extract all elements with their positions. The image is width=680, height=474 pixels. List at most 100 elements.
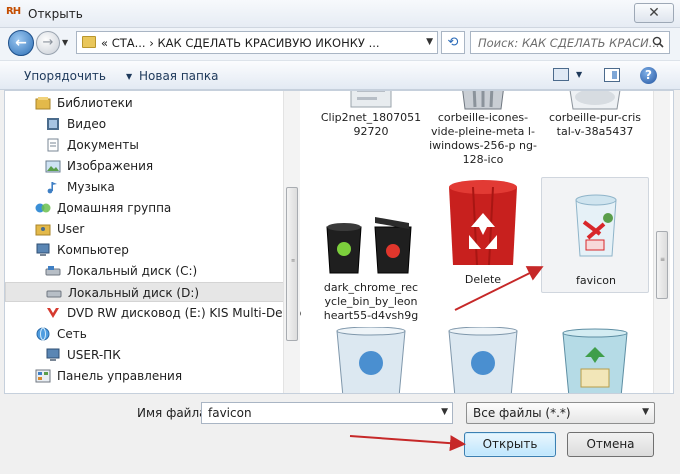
browser-area: Библиотеки Видео Документы Изображения М… (4, 90, 674, 394)
tree-item-drive-c[interactable]: Локальный диск (C:) (5, 261, 297, 281)
user-folder-icon (35, 224, 51, 236)
computer-icon (36, 243, 50, 256)
file-name: favicon (576, 274, 616, 287)
dvd-icon (47, 308, 59, 318)
tree-item-label: Панель управления (57, 369, 183, 383)
navigation-pane[interactable]: Библиотеки Видео Документы Изображения М… (5, 91, 301, 393)
tree-item-label: Локальный диск (C:) (67, 264, 198, 278)
address-path[interactable]: « СТА... › КАК СДЕЛАТЬ КРАСИВУЮ ИКОНКУ .… (101, 36, 380, 50)
file-tile-dark-chrome[interactable]: dark_chrome_rec ycle_bin_by_leon heart55… (317, 207, 425, 323)
pictures-icon (45, 160, 61, 173)
tree-item-label: Документы (67, 138, 139, 152)
control-panel-icon (35, 369, 51, 383)
tree-item-label: Видео (67, 117, 107, 131)
filetype-select[interactable]: Все файлы (*.*) ▼ (466, 402, 655, 424)
address-dropdown-icon[interactable]: ▼ (426, 37, 433, 47)
tree-item-documents[interactable]: Документы (5, 135, 297, 155)
recycle-bin-thumbnail-icon (448, 327, 518, 393)
search-input[interactable]: Поиск: КАК СДЕЛАТЬ КРАСИ... (470, 31, 670, 54)
tree-item-label: USER-ПК (67, 348, 121, 362)
file-thumbnail-icon (350, 91, 392, 108)
tree-item-dvd[interactable]: DVD RW дисковод (E:) KIS Multi-Device (5, 303, 301, 323)
file-view-scrollbar-thumb[interactable]: ≡ (656, 231, 668, 299)
music-icon (47, 182, 57, 194)
file-tile-favicon[interactable]: favicon (541, 177, 649, 293)
filetype-value: Все файлы (*.*) (473, 406, 571, 420)
red-recycle-bin-thumbnail-icon (449, 180, 517, 266)
tree-item-drive-d[interactable]: Локальный диск (D:) (5, 282, 297, 302)
tree-item-control-panel[interactable]: Панель управления (5, 366, 297, 386)
favicon-thumbnail-icon (575, 194, 617, 257)
tree-item-label: DVD RW дисковод (E:) KIS Multi-Device (67, 306, 301, 320)
file-tile-recycle-1[interactable] (317, 327, 425, 393)
change-view-icon[interactable] (553, 68, 569, 81)
drive-icon (46, 290, 62, 298)
open-button[interactable]: Открыть (464, 432, 556, 457)
file-view-scrollbar[interactable]: ≡ (653, 91, 670, 393)
recycle-bin-thumbnail-icon (326, 217, 412, 274)
tree-item-label: Локальный диск (D:) (68, 286, 200, 300)
file-tile-clip2net[interactable]: Clip2net_1807051 92720 (317, 91, 425, 161)
recycle-bin-thumbnail-icon (336, 327, 406, 393)
pc-icon (46, 348, 60, 361)
tree-scrollbar-thumb[interactable]: ≡ (286, 187, 298, 341)
refresh-button[interactable]: ⟲ (441, 31, 465, 54)
tree-item-label: Библиотеки (57, 96, 133, 110)
file-name: Clip2net_1807051 92720 (320, 111, 422, 138)
file-name: corbeille-pur-cris tal-v-38a5437 (548, 111, 642, 138)
file-tile-recycle-3[interactable] (541, 327, 649, 393)
file-view[interactable]: Clip2net_1807051 92720 corbeille-icones-… (305, 91, 653, 393)
tree-item-homegroup[interactable]: Домашняя группа (5, 198, 297, 218)
address-bar[interactable]: « СТА... › КАК СДЕЛАТЬ КРАСИВУЮ ИКОНКУ .… (76, 31, 438, 54)
file-name: Delete (464, 273, 502, 286)
search-icon[interactable] (652, 36, 664, 48)
filename-value[interactable]: favicon (208, 406, 252, 420)
tree-item-label: Изображения (67, 159, 154, 173)
tree-item-pictures[interactable]: Изображения (5, 156, 297, 176)
tree-item-libraries[interactable]: Библиотеки (5, 93, 297, 113)
grip-icon: ≡ (291, 258, 296, 264)
tree-item-user-pc[interactable]: USER-ПК (5, 345, 297, 365)
tree-item-user[interactable]: User (5, 219, 297, 239)
tree-item-label: Сеть (57, 327, 87, 341)
network-icon (36, 327, 50, 341)
cancel-button[interactable]: Отмена (567, 432, 654, 457)
view-options-chevron-icon[interactable]: ▼ (576, 70, 582, 79)
history-dropdown-icon[interactable]: ▼ (62, 38, 68, 47)
trash-thumbnail-icon (569, 91, 621, 110)
filename-input[interactable]: favicon ▼ (201, 402, 453, 424)
tree-item-computer[interactable]: Компьютер (5, 240, 297, 260)
tree-item-network[interactable]: Сеть (5, 324, 297, 344)
app-logo-icon: RH (6, 6, 21, 17)
annotation-arrow-open (349, 435, 466, 452)
chevron-down-icon[interactable]: ▼ (126, 72, 132, 81)
tree-item-music[interactable]: Музыка (5, 177, 297, 197)
filename-label: Имя файла: (137, 406, 211, 420)
tree-item-label: Домашняя группа (57, 201, 172, 215)
new-folder-button[interactable]: Новая папка (139, 69, 218, 83)
close-button[interactable]: ✕ (634, 3, 674, 23)
tree-item-label: User (57, 222, 85, 236)
homegroup-icon (35, 203, 51, 213)
tree-item-label: Компьютер (57, 243, 129, 257)
filetype-dropdown-icon[interactable]: ▼ (642, 407, 649, 417)
file-tile-delete[interactable]: Delete (429, 177, 537, 293)
help-icon[interactable]: ? (640, 67, 657, 84)
file-tile-corbeille-metal[interactable]: corbeille-icones-vide-pleine-meta l-iwin… (429, 91, 537, 166)
organize-button[interactable]: Упорядочить (24, 69, 106, 83)
search-placeholder: Поиск: КАК СДЕЛАТЬ КРАСИ... (478, 36, 660, 50)
grip-icon: ≡ (660, 256, 666, 263)
preview-pane-icon[interactable] (604, 68, 620, 82)
folder-icon (82, 36, 96, 48)
back-button[interactable]: ← (8, 30, 34, 56)
video-icon (47, 118, 59, 130)
tree-item-label: Музыка (67, 180, 115, 194)
filename-dropdown-icon[interactable]: ▼ (441, 407, 448, 417)
tree-scrollbar[interactable]: ≡ (283, 91, 300, 393)
tree-item-video[interactable]: Видео (5, 114, 297, 134)
file-tile-corbeille-cristal[interactable]: corbeille-pur-cris tal-v-38a5437 (541, 91, 649, 161)
file-tile-recycle-2[interactable] (429, 327, 537, 393)
drive-icon (45, 266, 61, 276)
trash-thumbnail-icon (462, 91, 504, 110)
forward-button[interactable]: → (36, 31, 60, 55)
